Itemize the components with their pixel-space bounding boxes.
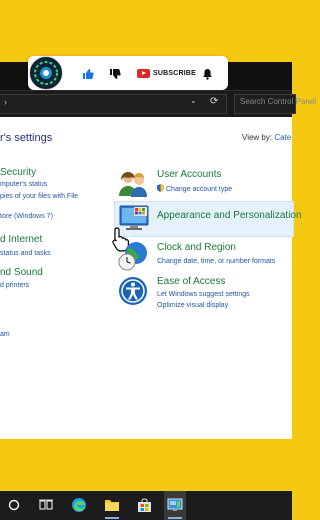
link-change-date-time[interactable]: Change date, time, or number formats [157, 258, 275, 265]
file-explorer-running-indicator [105, 517, 119, 519]
link-backup-restore[interactable]: tore (Windows 7) [0, 213, 53, 220]
link-programs[interactable]: am [0, 331, 10, 338]
bell-icon[interactable] [202, 67, 213, 80]
subscribe-label: SUBSCRIBE [153, 69, 197, 77]
youtube-logo-icon [137, 68, 150, 78]
link-review-status[interactable]: mputer's status [0, 181, 47, 188]
edge-browser-icon[interactable] [69, 495, 89, 515]
category-user-accounts[interactable]: User Accounts [157, 169, 221, 180]
chevron-right-icon: › [4, 97, 7, 107]
channel-avatar[interactable] [29, 56, 63, 90]
link-optimize-display[interactable]: Optimize visual display [157, 302, 228, 309]
task-view-icon[interactable] [36, 495, 56, 515]
category-network-internet[interactable]: d Internet [0, 234, 42, 245]
store-icon[interactable] [134, 495, 154, 515]
view-by-label: View by: [242, 133, 273, 142]
category-clock-region[interactable]: Clock and Region [157, 242, 236, 253]
link-change-account-type-label: Change account type [166, 186, 233, 193]
view-by-dropdown[interactable]: Cate [274, 133, 291, 142]
ease-of-access-icon [118, 276, 148, 311]
control-panel-icon[interactable] [165, 495, 185, 515]
uac-shield-icon [157, 184, 164, 192]
refresh-icon[interactable]: ⟳ [210, 96, 218, 107]
search-circle-icon[interactable] [4, 495, 24, 515]
view-by: View by: Cate [242, 133, 291, 142]
page-title: r's settings [0, 132, 53, 144]
category-appearance-personalization[interactable]: Appearance and Personalization [157, 210, 302, 221]
link-network-status[interactable]: status and tasks [0, 250, 51, 257]
search-placeholder: Search Control Panel [240, 97, 317, 106]
subscribe-button[interactable]: SUBSCRIBE [137, 66, 196, 80]
category-system-security[interactable]: Security [0, 167, 36, 178]
link-change-account-type[interactable]: Change account type [157, 184, 232, 193]
users-icon [118, 170, 148, 203]
clock-globe-icon [117, 240, 149, 277]
link-file-history[interactable]: pies of your files with File [0, 193, 78, 200]
category-hardware-sound[interactable]: nd Sound [0, 267, 43, 278]
like-icon[interactable] [82, 67, 94, 79]
file-explorer-icon[interactable] [102, 495, 122, 515]
chevron-down-icon[interactable]: ⌄ [190, 96, 197, 105]
link-devices-printers[interactable]: d printers [0, 282, 29, 289]
dislike-icon[interactable] [109, 67, 121, 79]
category-ease-of-access[interactable]: Ease of Access [157, 276, 225, 287]
link-suggest-settings[interactable]: Let Windows suggest settings [157, 291, 250, 298]
control-panel-running-indicator [168, 517, 182, 519]
